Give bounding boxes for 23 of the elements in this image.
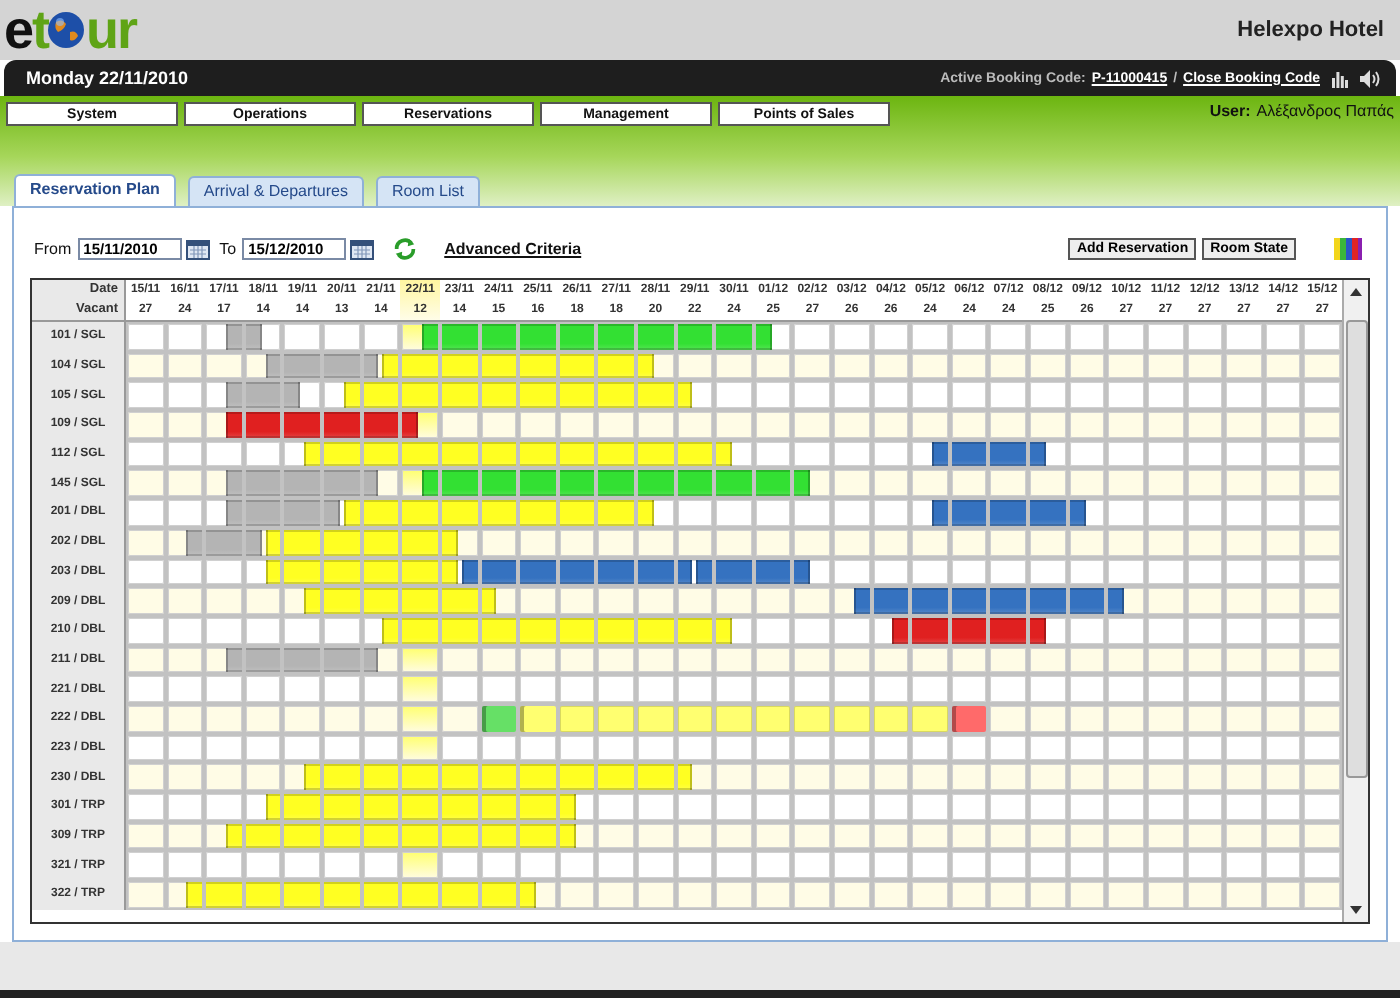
speaker-icon[interactable]: [1360, 69, 1380, 87]
bar-chart-icon[interactable]: [1332, 69, 1348, 87]
current-date: Monday 22/11/2010: [26, 68, 189, 88]
logo-letter: ur: [86, 0, 137, 60]
hotel-name: Helexpo Hotel: [1237, 18, 1384, 42]
tab[interactable]: Room List: [375, 176, 480, 206]
scroll-down-icon[interactable]: [1350, 906, 1362, 914]
to-label: To: [219, 240, 237, 258]
color-stripes-icon[interactable]: [1334, 238, 1362, 260]
scrollbar[interactable]: [1342, 280, 1368, 922]
user-label: User:: [1209, 102, 1251, 120]
globe-icon: [46, 10, 87, 50]
calendar-icon[interactable]: [350, 239, 375, 259]
calendar-icon[interactable]: [185, 239, 210, 259]
refresh-icon[interactable]: [392, 236, 419, 262]
logo-letter: t: [32, 0, 49, 60]
advanced-criteria-link[interactable]: Advanced Criteria: [444, 240, 582, 258]
logo-letter: e: [4, 0, 33, 60]
tab[interactable]: Arrival & Departures: [187, 176, 364, 206]
from-label: From: [34, 240, 72, 258]
scroll-up-icon[interactable]: [1350, 288, 1362, 296]
user-name: Αλέξανδρος Παπάς: [1256, 102, 1394, 120]
tab[interactable]: Reservation Plan: [14, 174, 176, 206]
